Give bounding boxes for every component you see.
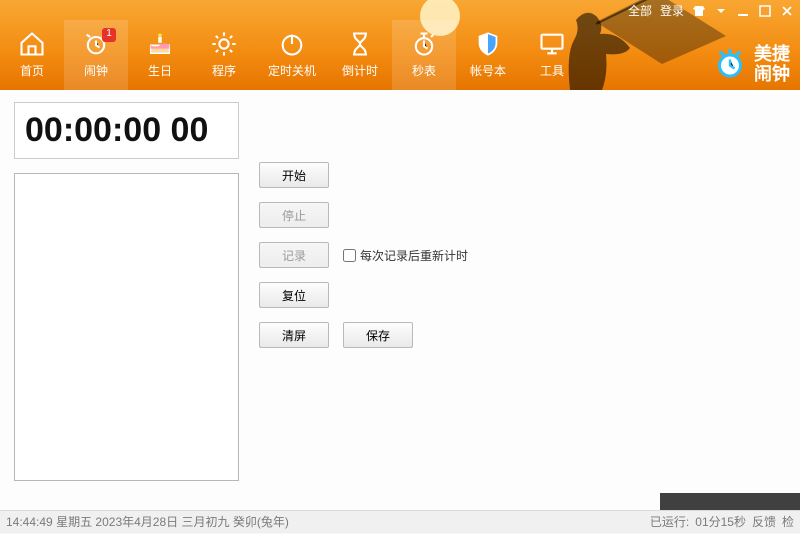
status-extra: 检 [782, 511, 794, 534]
nav-label: 工具 [540, 64, 564, 78]
status-uptime-prefix: 已运行: [650, 511, 689, 534]
maximize-icon[interactable] [758, 4, 772, 18]
nav-label: 帐号本 [470, 64, 506, 78]
nav-label: 倒计时 [342, 64, 378, 78]
nav-label: 闹钟 [84, 64, 108, 78]
nav-account[interactable]: 帐号本 [456, 20, 520, 90]
start-button[interactable]: 开始 [259, 162, 329, 188]
nav-badge: 1 [102, 28, 116, 42]
gear-icon [208, 28, 240, 60]
hourglass-icon [344, 28, 376, 60]
home-icon [16, 28, 48, 60]
nav-countdown[interactable]: 倒计时 [328, 20, 392, 90]
nav-label: 秒表 [412, 64, 436, 78]
reset-after-record-input[interactable] [343, 249, 356, 262]
nav-shutdown[interactable]: 定时关机 [256, 20, 328, 90]
record-button[interactable]: 记录 [259, 242, 329, 268]
skin-icon[interactable] [692, 4, 706, 18]
brand-text: 美捷 闹钟 [754, 44, 790, 84]
status-uptime-value: 01分15秒 [695, 511, 746, 534]
app-brand: 美捷 闹钟 [712, 44, 790, 84]
nav-label: 首页 [20, 64, 44, 78]
lap-log-box[interactable] [14, 173, 239, 481]
nav-program[interactable]: 程序 [192, 20, 256, 90]
nav-label: 生日 [148, 64, 172, 78]
titlebar-login-link[interactable]: 登录 [660, 2, 684, 19]
titlebar: 全部 登录 [628, 2, 794, 19]
status-weekday: 星期五 [56, 515, 92, 529]
save-button[interactable]: 保存 [343, 322, 413, 348]
brand-clock-icon [712, 46, 748, 82]
nav-home[interactable]: 首页 [0, 20, 64, 90]
status-date: 2023年4月28日 [95, 515, 178, 529]
app-header: 全部 登录 首页 1 闹钟 [0, 0, 800, 90]
minimize-icon[interactable] [736, 4, 750, 18]
close-icon[interactable] [780, 4, 794, 18]
status-bar: 14:44:49 星期五 2023年4月28日 三月初九 癸卯(兔年) 已运行:… [0, 510, 800, 533]
checkbox-label: 每次记录后重新计时 [360, 247, 468, 264]
menu-icon[interactable] [714, 4, 728, 18]
stop-button[interactable]: 停止 [259, 202, 329, 228]
shield-icon [472, 28, 504, 60]
titlebar-all-link[interactable]: 全部 [628, 2, 652, 19]
stopwatch-display: 00:00:00 00 [14, 102, 239, 159]
status-time: 14:44:49 [6, 515, 53, 529]
monitor-icon [536, 28, 568, 60]
power-icon [276, 28, 308, 60]
stopwatch-controls: 开始 停止 记录 每次记录后重新计时 复位 清屏 保存 [259, 102, 468, 510]
nav-label: 程序 [212, 64, 236, 78]
status-lunar: 三月初九 癸卯(兔年) [181, 515, 288, 529]
main-nav: 首页 1 闹钟 生日 程序 定时关机 [0, 20, 584, 90]
clear-button[interactable]: 清屏 [259, 322, 329, 348]
reset-after-record-checkbox[interactable]: 每次记录后重新计时 [343, 247, 468, 264]
nav-alarm[interactable]: 1 闹钟 [64, 20, 128, 90]
status-feedback-link[interactable]: 反馈 [752, 511, 776, 534]
content-area: 00:00:00 00 开始 停止 记录 每次记录后重新计时 复位 清屏 保存 [0, 90, 800, 510]
nav-stopwatch[interactable]: 秒表 [392, 20, 456, 90]
stopwatch-icon [408, 28, 440, 60]
nav-birthday[interactable]: 生日 [128, 20, 192, 90]
cake-icon [144, 28, 176, 60]
nav-label: 定时关机 [268, 64, 316, 78]
reset-button[interactable]: 复位 [259, 282, 329, 308]
nav-tools[interactable]: 工具 [520, 20, 584, 90]
